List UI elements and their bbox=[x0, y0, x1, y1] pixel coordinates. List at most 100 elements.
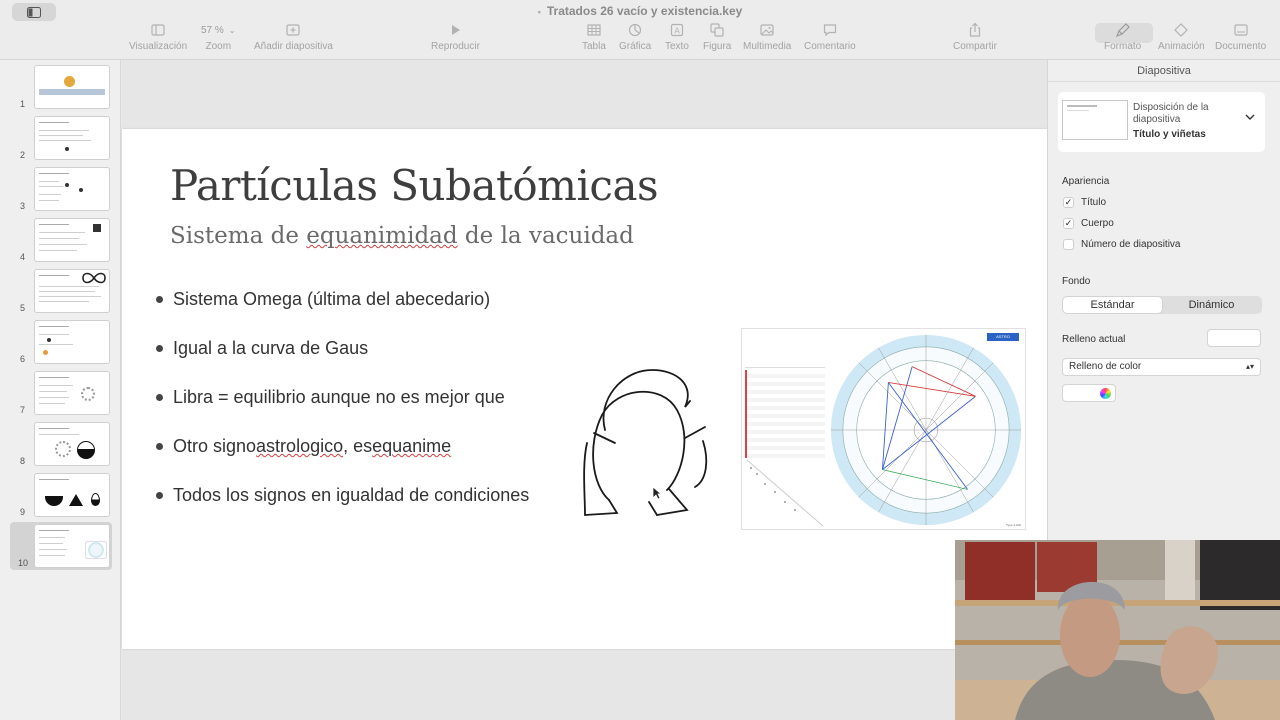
inspector-tab-slide[interactable]: Diapositiva bbox=[1048, 60, 1280, 82]
window-title: ▪ Tratados 26 vacío y existencia.key bbox=[537, 4, 743, 18]
bullet-dot bbox=[156, 492, 163, 499]
slide-subtitle[interactable]: Sistema de equanimidad de la vacuidad bbox=[170, 223, 634, 249]
webcam-video bbox=[955, 540, 1280, 720]
current-fill-swatch[interactable] bbox=[1207, 329, 1261, 347]
toolbar: ▪ Tratados 26 vacío y existencia.key Visu… bbox=[0, 0, 1280, 60]
thumbnail-preview bbox=[34, 116, 110, 160]
slide-thumbnail-selected[interactable]: 10 bbox=[10, 522, 112, 570]
media-icon bbox=[760, 24, 774, 36]
checkbox-empty bbox=[1063, 239, 1074, 250]
title-checkbox[interactable]: ✓ Título bbox=[1063, 197, 1106, 208]
table-button[interactable]: Tabla bbox=[582, 22, 606, 52]
comment-button[interactable]: Comentario bbox=[804, 22, 856, 52]
slide-thumbnail[interactable]: 7 bbox=[12, 369, 112, 417]
zoom-control[interactable]: 57 % ⌄ Zoom bbox=[197, 22, 240, 53]
sun-image bbox=[64, 76, 75, 87]
bullet-dot bbox=[156, 443, 163, 450]
thumbnail-preview bbox=[34, 320, 110, 364]
table-icon bbox=[587, 24, 601, 36]
checkmark-icon: ✓ bbox=[1063, 218, 1074, 229]
shape-icon bbox=[710, 23, 724, 37]
slide-thumbnail[interactable]: 3 bbox=[12, 165, 112, 213]
body-checkbox[interactable]: ✓ Cuerpo bbox=[1063, 218, 1114, 229]
bullet-dot bbox=[156, 394, 163, 401]
dot-image bbox=[65, 147, 69, 151]
thumbnail-preview bbox=[34, 473, 110, 517]
slide-thumbnail[interactable]: 9 bbox=[12, 471, 112, 519]
appearance-heading: Apariencia bbox=[1062, 176, 1110, 187]
view-button[interactable]: Visualización bbox=[129, 22, 187, 52]
shape-button[interactable]: Figura bbox=[703, 22, 731, 52]
dot-image bbox=[47, 338, 51, 342]
astrology-chart-image[interactable]: ASTRO Type 2.GW bbox=[741, 328, 1026, 530]
color-well[interactable] bbox=[1062, 384, 1116, 402]
view-icon bbox=[151, 24, 165, 36]
drop-image bbox=[91, 493, 100, 506]
circle-image bbox=[55, 441, 71, 457]
slide[interactable]: Partículas Subatómicas Sistema de equani… bbox=[122, 129, 1047, 649]
slide-thumbnail[interactable]: 5 bbox=[12, 267, 112, 315]
paintbrush-icon bbox=[1115, 23, 1130, 38]
layout-thumbnail bbox=[1062, 100, 1128, 140]
thumbnail-preview bbox=[34, 167, 110, 211]
comment-icon bbox=[823, 24, 836, 37]
checkmark-icon: ✓ bbox=[1063, 197, 1074, 208]
slide-canvas[interactable]: Partículas Subatómicas Sistema de equani… bbox=[122, 60, 1047, 720]
dynamic-segment[interactable]: Dinámico bbox=[1162, 297, 1261, 313]
bullet-item[interactable]: Igual a la curva de Gaus bbox=[156, 324, 529, 373]
slide-layout-selector[interactable]: Disposición de la diapositiva Título y v… bbox=[1058, 92, 1265, 152]
select-arrows-icon: ▴▾ bbox=[1245, 362, 1254, 371]
slide-thumbnail[interactable]: 4 bbox=[12, 216, 112, 264]
format-button[interactable]: Formato bbox=[1104, 22, 1141, 52]
document-button[interactable]: Documento bbox=[1215, 22, 1266, 52]
add-slide-button[interactable]: Añadir diapositiva bbox=[254, 22, 333, 52]
omega-sketch[interactable] bbox=[577, 365, 717, 525]
thumbnail-preview bbox=[34, 422, 110, 466]
color-wheel-icon[interactable] bbox=[1100, 388, 1111, 399]
zodiac-wheel bbox=[830, 334, 1022, 526]
bullet-dot bbox=[156, 296, 163, 303]
bullet-dot bbox=[156, 345, 163, 352]
thumbnail-preview bbox=[34, 218, 110, 262]
media-button[interactable]: Multimedia bbox=[743, 22, 791, 52]
share-icon bbox=[969, 22, 981, 37]
animate-icon bbox=[1174, 23, 1189, 37]
slide-thumbnail[interactable]: 1 bbox=[12, 63, 112, 111]
slide-thumbnail[interactable]: 8 bbox=[12, 420, 112, 468]
play-button[interactable]: Reproducir bbox=[431, 22, 480, 52]
slide-number-checkbox[interactable]: Número de diapositiva bbox=[1063, 239, 1181, 250]
slide-thumbnail[interactable]: 6 bbox=[12, 318, 112, 366]
photo-image bbox=[93, 224, 101, 232]
dot-image bbox=[79, 188, 83, 192]
bullet-item[interactable]: Otro signo astrologico, es equanime bbox=[156, 422, 529, 471]
background-segmented-control[interactable]: Estándar Dinámico bbox=[1062, 296, 1262, 314]
bullet-list[interactable]: Sistema Omega (última del abecedario) Ig… bbox=[156, 275, 529, 520]
cursor-icon bbox=[652, 486, 662, 500]
play-icon bbox=[452, 25, 461, 35]
aspect-grid bbox=[746, 459, 824, 527]
chevron-down-icon bbox=[1245, 114, 1255, 120]
half-circle-image bbox=[77, 441, 95, 459]
standard-segment[interactable]: Estándar bbox=[1063, 297, 1162, 313]
zoom-value[interactable]: 57 % ⌄ bbox=[197, 22, 240, 38]
chart-icon bbox=[629, 23, 642, 37]
chevron-down-icon: ⌄ bbox=[228, 25, 236, 35]
animate-button[interactable]: Animación bbox=[1158, 22, 1205, 52]
slide-title[interactable]: Partículas Subatómicas bbox=[170, 161, 659, 210]
thumbnail-preview bbox=[34, 524, 110, 568]
bullet-item[interactable]: Todos los signos en igualdad de condicio… bbox=[156, 471, 529, 520]
planet-table bbox=[745, 332, 825, 529]
share-button[interactable]: Compartir bbox=[953, 22, 997, 52]
astro-chart-image bbox=[85, 541, 107, 559]
thumbnail-preview bbox=[34, 371, 110, 415]
bullet-item[interactable]: Libra = equilibrio aunque no es mejor qu… bbox=[156, 373, 529, 422]
orange-image bbox=[43, 350, 48, 355]
text-button[interactable]: A Texto bbox=[665, 22, 689, 52]
circle-image bbox=[81, 387, 95, 401]
fill-type-select[interactable]: Relleno de color ▴▾ bbox=[1062, 358, 1261, 376]
horizon-image bbox=[39, 89, 105, 95]
bullet-item[interactable]: Sistema Omega (última del abecedario) bbox=[156, 275, 529, 324]
thumbnail-preview bbox=[34, 269, 110, 313]
chart-button[interactable]: Gráfica bbox=[619, 22, 651, 52]
slide-thumbnail[interactable]: 2 bbox=[12, 114, 112, 162]
